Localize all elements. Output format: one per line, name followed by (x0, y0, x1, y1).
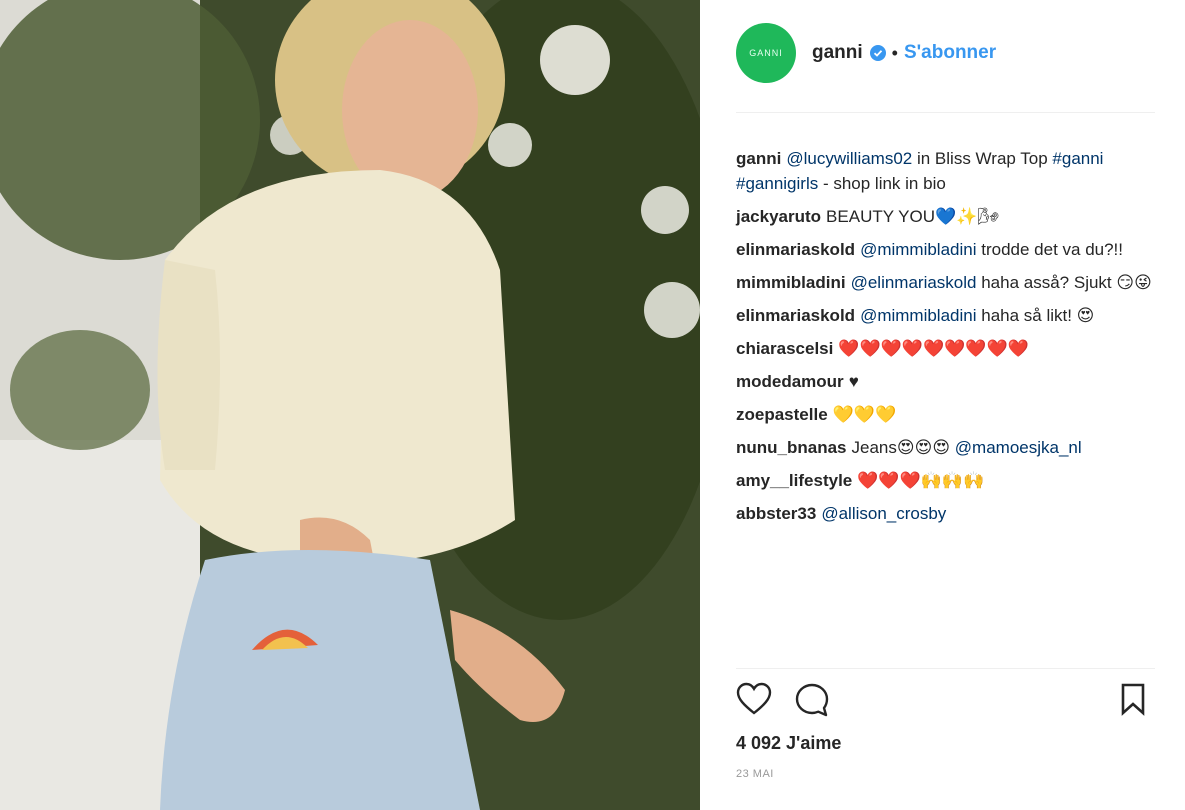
post-photo[interactable] (0, 0, 700, 810)
comment-text: - shop link in bio (818, 174, 946, 193)
comment-username[interactable]: modedamour (736, 372, 844, 391)
comment-username[interactable]: elinmariaskold (736, 306, 855, 325)
comment-item: zoepastelle 💛💛💛 (736, 402, 1156, 427)
post-photo-illustration (0, 0, 700, 810)
comment-text: in Bliss Wrap Top (912, 149, 1053, 168)
comment-username[interactable]: chiarascelsi (736, 339, 833, 358)
action-bar (736, 682, 1146, 718)
comment-username[interactable]: zoepastelle (736, 405, 828, 424)
verified-badge-icon (869, 45, 886, 61)
avatar[interactable]: GANNI (736, 23, 796, 83)
heart-icon[interactable] (736, 682, 772, 721)
comment-username[interactable]: jackyaruto (736, 207, 821, 226)
comment-item: elinmariaskold @mimmibladini haha så likt… (736, 303, 1156, 328)
username-link[interactable]: ganni (812, 42, 863, 64)
comment-username[interactable]: mimmibladini (736, 273, 846, 292)
comment-username[interactable]: nunu_bnanas (736, 438, 847, 457)
comment-username[interactable]: ganni (736, 149, 781, 168)
comment-text: 💛💛💛 (832, 405, 897, 424)
separator-dot: • (891, 42, 898, 63)
comment-item: mimmibladini @elinmariaskold haha asså? S… (736, 270, 1156, 295)
comment-mention-link[interactable]: #ganni (1052, 149, 1103, 168)
comment-mention-link[interactable]: @elinmariaskold (851, 273, 977, 292)
comment-item: elinmariaskold @mimmibladini trodde det v… (736, 237, 1156, 262)
comment-item: ganni @lucywilliams02 in Bliss Wrap Top #… (736, 146, 1156, 196)
comment-item: chiarascelsi ❤️❤️❤️❤️❤️❤️❤️❤️❤️ (736, 336, 1156, 361)
comment-item: nunu_bnanas Jeans😍😍😍 @mamoesjka_nl (736, 435, 1156, 460)
comment-text: haha asså? Sjukt 😏😜 (976, 273, 1152, 292)
comment-mention-link[interactable]: @lucywilliams02 (786, 149, 912, 168)
comment-text: trodde det va du?!! (976, 240, 1124, 259)
actions-divider (736, 668, 1155, 669)
comment-text: ❤️❤️❤️🙌🙌🙌 (857, 471, 985, 490)
comment-icon[interactable] (794, 682, 830, 723)
post-date: 23 MAI (736, 768, 774, 780)
comment-item: amy__lifestyle ❤️❤️❤️🙌🙌🙌 (736, 468, 1156, 493)
comment-mention-link[interactable]: #gannigirls (736, 174, 818, 193)
comments-list: ganni @lucywilliams02 in Bliss Wrap Top #… (736, 146, 1156, 534)
comment-username[interactable]: abbster33 (736, 504, 816, 523)
follow-button[interactable]: S'abonner (904, 42, 996, 64)
comment-mention-link[interactable]: @mimmibladini (860, 306, 976, 325)
comment-text: ♥ (848, 372, 859, 391)
bookmark-icon[interactable] (1120, 682, 1146, 721)
comment-text: haha så likt! 😍 (976, 306, 1095, 325)
comment-mention-link[interactable]: @mamoesjka_nl (955, 438, 1082, 457)
comment-text: Jeans😍😍😍 (851, 438, 955, 457)
post-header: GANNI ganni • S'abonner (736, 22, 996, 84)
comment-item: jackyaruto BEAUTY YOU💙✨🌬 (736, 204, 1156, 229)
comment-item: abbster33 @allison_crosby (736, 501, 1156, 526)
avatar-logo-text: GANNI (749, 48, 783, 58)
comment-mention-link[interactable]: @mimmibladini (860, 240, 976, 259)
comment-username[interactable]: elinmariaskold (736, 240, 855, 259)
post-side-panel: GANNI ganni • S'abonner ganni @lucywillia… (700, 0, 1185, 810)
comment-item: modedamour ♥ (736, 369, 1156, 394)
comment-username[interactable]: amy__lifestyle (736, 471, 852, 490)
comment-mention-link[interactable]: @allison_crosby (821, 504, 946, 523)
comment-text: ❤️❤️❤️❤️❤️❤️❤️❤️❤️ (838, 339, 1029, 358)
likes-count[interactable]: 4 092 J'aime (736, 733, 841, 754)
comment-text: BEAUTY YOU💙✨🌬 (826, 207, 999, 226)
header-divider (736, 112, 1155, 113)
